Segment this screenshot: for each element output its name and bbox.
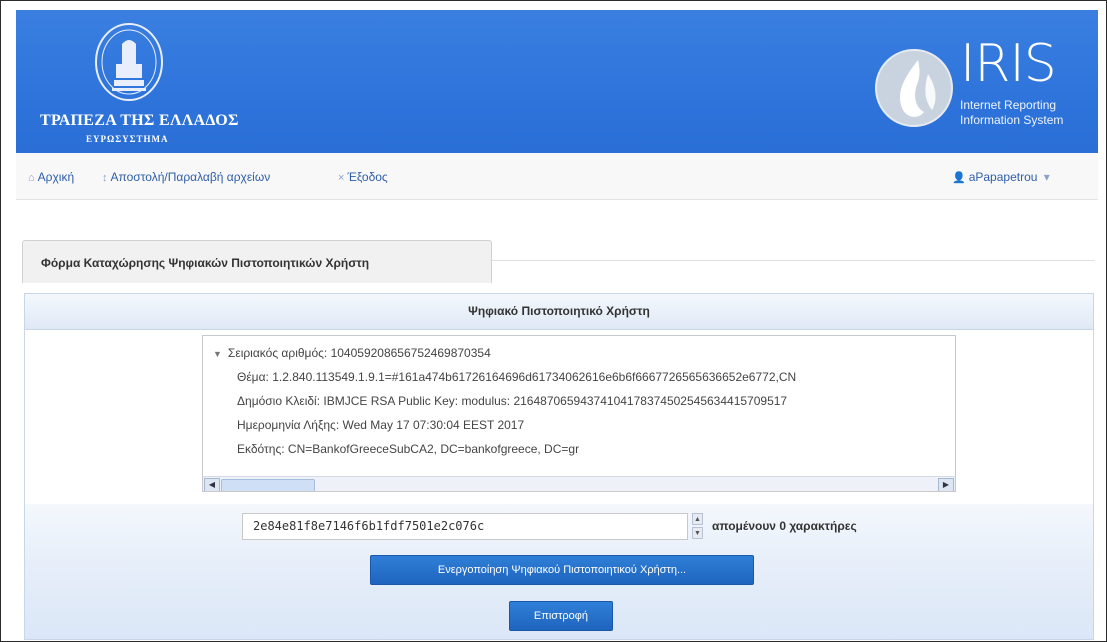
tree-item-public-key: Δημόσιο Κλειδί: IBMJCE RSA Public Key: m… [237,394,788,408]
transfer-icon: ↕ [102,172,108,184]
tab-divider [490,260,1095,261]
user-icon: 👤 [952,172,966,184]
tab-certificate-form-label: Φόρμα Καταχώρησης Ψηφιακών Πιστοποιητικώ… [41,256,370,270]
tree-item-issuer: Εκδότης: CN=BankofGreeceSubCA2, DC=banko… [237,442,580,456]
iris-subtitle-line2: Information System [960,113,1064,127]
close-icon: × [338,172,345,184]
scrollbar-thumb[interactable] [221,479,315,491]
collapse-toggle-icon[interactable]: ▼ [213,349,222,359]
header-banner: ΤΡΑΠΕΖΑ ΤΗΣ ΕΛΛΑΔΟΣ ΕΥΡΩΣΥΣΤΗΜΑ IRIS Int… [16,10,1098,153]
tree-item-subject: Θέμα: 1.2.840.113549.1.9.1=#161a474b6172… [237,370,797,384]
certificate-panel: Ψηφιακό Πιστοποιητικό Χρήστη ▼ Σειριακός … [24,293,1094,640]
nav-file-transfer[interactable]: ↕ Αποστολή/Παραλαβή αρχείων [102,170,270,184]
chevron-down-icon: ▾ [1043,170,1050,184]
remaining-characters-text: απομένουν 0 χαρακτήρες [712,519,857,533]
scroll-left-icon[interactable]: ◀ [204,478,220,491]
panel-title: Ψηφιακό Πιστοποιητικό Χρήστη [25,294,1093,330]
nav-home[interactable]: ⌂ Αρχική [28,170,74,184]
serial-number-text: Σειριακός αριθμός: 104059208656752469870… [227,346,491,360]
tree-item-expiry: Ημερομηνία Λήξης: Wed May 17 07:30:04 EE… [237,418,525,432]
spinner-down-icon[interactable]: ▼ [692,527,703,539]
nav-file-transfer-label: Αποστολή/Παραλαβή αρχείων [110,170,271,184]
nav-logout-label: Έξοδος [347,170,388,184]
home-icon: ⌂ [28,172,35,184]
back-button[interactable]: Επιστροφή [509,601,613,631]
spinner-up-icon[interactable]: ▲ [692,513,703,525]
iris-subtitle-line1: Internet Reporting [960,98,1057,112]
tree-node-serial[interactable]: ▼ Σειριακός αριθμός: 10405920865675246987… [213,346,491,360]
scroll-right-icon[interactable]: ▶ [938,478,954,491]
certificate-tree[interactable]: ▼ Σειριακός αριθμός: 10405920865675246987… [202,335,956,492]
nav-logout[interactable]: × Έξοδος [338,170,388,184]
certificate-code-input[interactable]: 2e84e81f8e7146f6b1fdf7501e2c076c [242,513,688,540]
user-menu[interactable]: 👤 aPapapetrou ▾ [952,170,1050,184]
iris-subtitle: Internet Reporting Information System [960,98,1063,128]
iris-drop-logo-icon [875,49,953,127]
iris-title: IRIS [960,34,1057,94]
tab-certificate-form[interactable]: Φόρμα Καταχώρησης Ψηφιακών Πιστοποιητικώ… [22,240,492,283]
user-menu-label: aPapapetrou [968,170,1038,184]
nav-home-label: Αρχική [37,170,75,184]
activate-certificate-button[interactable]: Ενεργοποίηση Ψηφιακού Πιστοποιητικού Χρή… [370,555,754,585]
horizontal-scrollbar[interactable]: ◀ ▶ [203,476,955,491]
main-nav: ⌂ Αρχική ↕ Αποστολή/Παραλαβή αρχείων × Έξοδ… [16,153,1098,200]
bank-seal-icon [95,23,163,101]
bank-subtitle: ΕΥΡΩΣΥΣΤΗΜΑ [86,134,169,144]
bank-name: ΤΡΑΠΕΖΑ ΤΗΣ ΕΛΛΑΔΟΣ [40,112,239,129]
input-spinner[interactable]: ▲ ▼ [692,513,703,540]
